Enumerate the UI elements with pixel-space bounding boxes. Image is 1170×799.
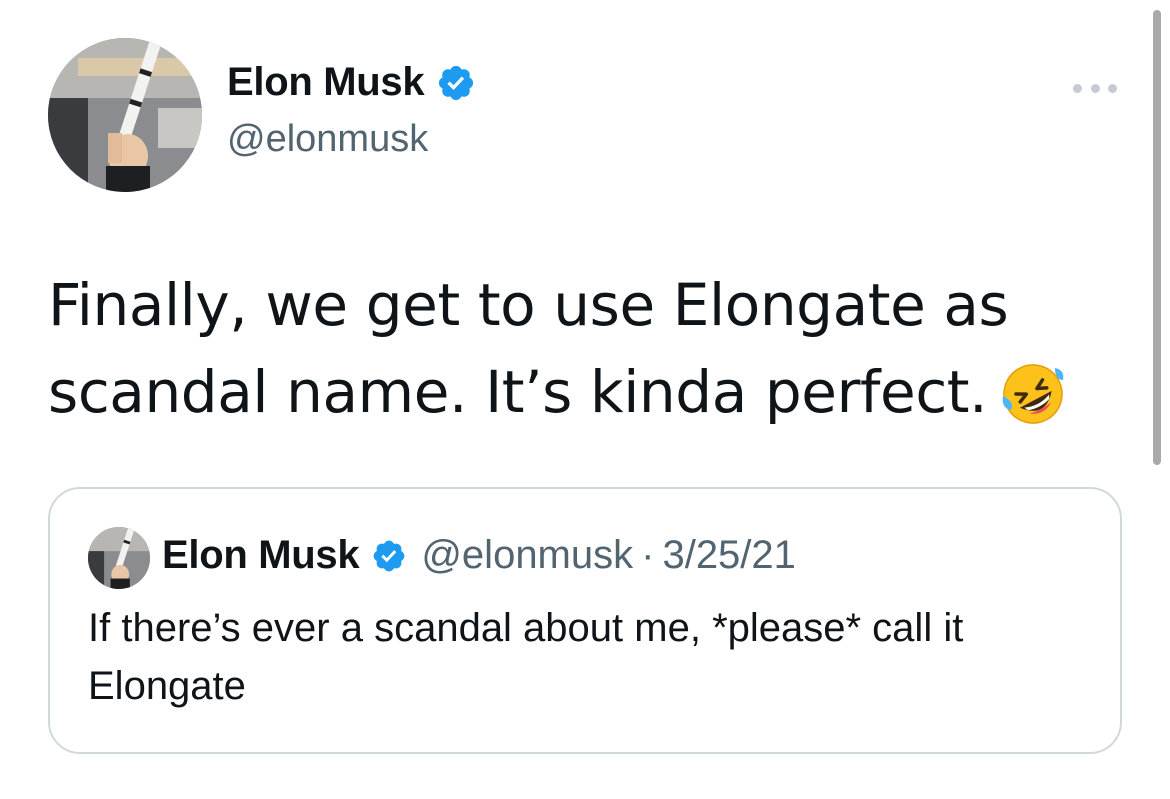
more-dot [1090,83,1100,93]
quoted-date[interactable]: 3/25/21 [662,533,795,578]
quoted-avatar[interactable] [88,527,150,589]
scrollbar[interactable] [1153,10,1161,465]
quoted-tweet-text: If there’s ever a scandal about me, *ple… [88,606,964,708]
author-name-row[interactable]: Elon Musk [227,60,476,105]
more-horizontal-icon[interactable] [1073,78,1117,98]
author-name[interactable]: Elon Musk [227,60,425,105]
quoted-author-handle[interactable]: @elonmusk [421,533,633,578]
author-handle[interactable]: @elonmusk [227,118,428,161]
verified-badge-icon [371,538,407,574]
more-dot [1073,83,1082,93]
rolling-on-the-floor-laughing-icon [1001,362,1065,450]
quoted-tweet-card[interactable]: Elon Musk @elonmusk · 3/25/21 If there’s… [48,487,1122,754]
avatar[interactable] [48,38,202,192]
quoted-author-name[interactable]: Elon Musk [162,533,360,578]
more-dot [1108,83,1117,93]
verified-badge-icon [436,63,476,103]
tweet-text-content: Finally, we get to use Elongate as scand… [48,271,1009,426]
separator-dot: · [641,533,655,577]
quoted-header: Elon Musk @elonmusk · 3/25/21 [162,533,796,578]
tweet-text: Finally, we get to use Elongate as scand… [48,262,1128,450]
tweet-view: Elon Musk @elonmusk Finally, we get to u… [0,0,1170,799]
